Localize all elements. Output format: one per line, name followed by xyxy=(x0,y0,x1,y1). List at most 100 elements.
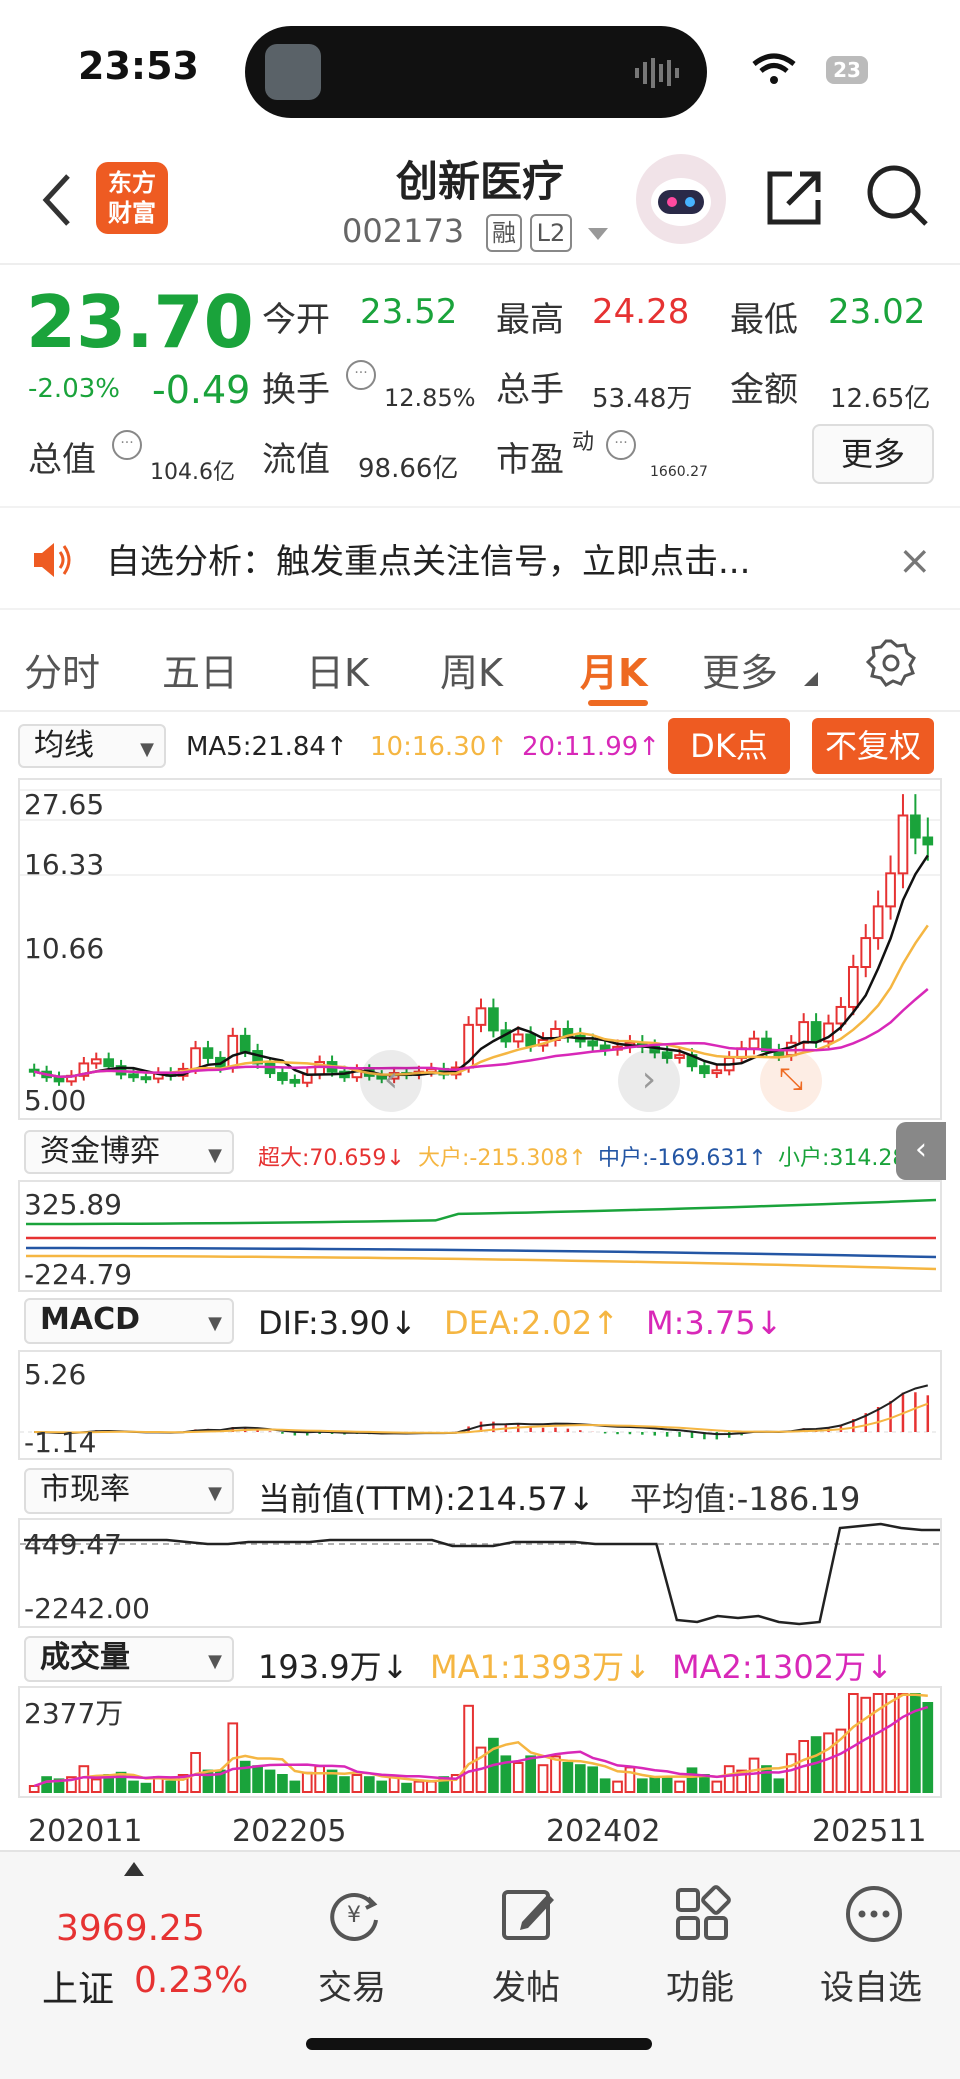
float-cap-value: 98.66亿 xyxy=(358,454,459,484)
now-playing-thumbnail xyxy=(265,44,321,100)
candle xyxy=(897,814,909,875)
nav-add-watchlist[interactable]: 设自选 xyxy=(820,1960,922,2009)
no-adjust-button[interactable]: 不复权 xyxy=(812,718,934,774)
volume-bar xyxy=(277,1774,288,1793)
pcf-average: 平均值:-186.19 xyxy=(630,1480,861,1518)
index-value[interactable]: 3969.25 xyxy=(56,1908,205,1949)
macd-selector-label: MACD xyxy=(40,1302,140,1337)
volume-bar xyxy=(562,1762,574,1793)
volume-bar xyxy=(363,1776,375,1793)
tab-monthly-k[interactable]: 月K xyxy=(580,642,647,697)
dynamic-island xyxy=(245,26,707,118)
tab-more[interactable]: 更多 xyxy=(702,642,778,697)
settings-gear-icon[interactable] xyxy=(866,638,916,688)
wifi-icon xyxy=(752,53,796,84)
pan-right-icon[interactable]: › xyxy=(618,1050,680,1112)
nav-post[interactable]: 发帖 xyxy=(492,1960,560,2009)
macd-selector[interactable]: MACD ▼ xyxy=(24,1298,234,1344)
fund-big: 大户:-215.308↑ xyxy=(418,1146,587,1171)
nav-functions[interactable]: 功能 xyxy=(666,1960,734,2009)
fund-small-line xyxy=(26,1198,937,1226)
candle xyxy=(227,1034,239,1069)
high-label: 最高 xyxy=(496,300,564,340)
back-icon[interactable] xyxy=(38,170,78,230)
expand-icon[interactable]: ⤡ xyxy=(760,1050,822,1112)
logo-line1: 东方 xyxy=(108,169,156,197)
ma20-label: 20:11.99↑ xyxy=(522,732,661,762)
tab-daily-k[interactable]: 日K xyxy=(306,642,369,697)
volume-bar xyxy=(649,1776,661,1793)
candle xyxy=(810,1021,822,1043)
collapse-panel-icon[interactable]: ‹ xyxy=(896,1122,946,1180)
pan-left-icon[interactable]: ‹ xyxy=(360,1050,422,1112)
index-name[interactable]: 上证 xyxy=(42,1960,114,2012)
post-icon[interactable] xyxy=(498,1884,558,1944)
volume-bar xyxy=(90,1778,102,1794)
quote-panel: 23.70 -2.03% -0.49 今开 23.52 最高 24.28 最低 … xyxy=(0,266,960,506)
info-icon[interactable]: ··· xyxy=(112,430,142,460)
fund-selector[interactable]: 资金博弈 ▼ xyxy=(24,1130,234,1174)
volume-bar xyxy=(636,1778,648,1794)
date-label-1: 202011 xyxy=(28,1814,143,1849)
ma-selector[interactable]: 均线 ▼ xyxy=(18,724,166,768)
functions-icon[interactable] xyxy=(672,1884,732,1944)
volume-selector[interactable]: 成交量 ▼ xyxy=(24,1636,234,1682)
index-percent[interactable]: 0.23% xyxy=(134,1960,248,2001)
y-label-3: 10.66 xyxy=(24,932,105,965)
tab-five-day[interactable]: 五日 xyxy=(162,642,238,697)
volume-bar xyxy=(711,1780,723,1793)
pcf-chart[interactable]: 449.47 -2242.00 xyxy=(18,1518,942,1628)
pcf-line xyxy=(24,1522,940,1626)
date-label-2: 202205 xyxy=(232,1814,347,1849)
tab-intraday[interactable]: 分时 xyxy=(24,642,100,697)
info-icon[interactable]: ··· xyxy=(606,430,636,460)
margin-tag: 融 xyxy=(486,214,522,252)
ma5-label: MA5:21.84↑ xyxy=(186,732,348,762)
volume-bar xyxy=(426,1780,437,1793)
dk-point-button[interactable]: DK点 xyxy=(668,718,790,774)
candle xyxy=(748,1037,760,1050)
fund-selector-label: 资金博弈 xyxy=(40,1134,160,1169)
candle xyxy=(239,1034,251,1053)
trade-icon[interactable]: ¥ xyxy=(324,1884,384,1944)
candle xyxy=(90,1058,102,1065)
volume-bar xyxy=(413,1780,425,1793)
macd-chart[interactable]: 5.26 -1.14 xyxy=(18,1350,942,1460)
y-label-top: 27.65 xyxy=(24,788,105,821)
volume-bar xyxy=(612,1780,623,1793)
status-bar: 23:53 23 xyxy=(0,0,960,130)
close-icon[interactable]: × xyxy=(898,538,932,584)
fund-chart[interactable]: 325.89 -224.79 xyxy=(18,1180,942,1292)
share-icon[interactable] xyxy=(762,164,828,230)
market-cap-label: 总值 xyxy=(28,440,96,480)
dropdown-arrow-icon: ▼ xyxy=(208,1651,222,1672)
volume-bar xyxy=(723,1765,735,1793)
dropdown-triangle-icon[interactable] xyxy=(588,228,608,242)
analysis-notice[interactable]: 自选分析：触发重点关注信号，立即点击... × xyxy=(0,506,960,610)
fund-y-bottom: -224.79 xyxy=(24,1258,133,1291)
open-label: 今开 xyxy=(262,300,330,340)
volume-bar xyxy=(897,1693,909,1793)
candle xyxy=(512,1033,524,1043)
volume-bar xyxy=(661,1776,673,1793)
candle xyxy=(289,1078,301,1084)
info-icon[interactable]: ··· xyxy=(346,360,376,390)
more-dots-icon[interactable] xyxy=(844,1884,904,1944)
candle xyxy=(587,1040,599,1047)
tab-weekly-k[interactable]: 周K xyxy=(440,642,503,697)
kline-chart[interactable]: 27.65 16.33 10.66 5.00 ‹ › ⤡ xyxy=(18,778,942,1120)
candle xyxy=(699,1065,710,1075)
nav-trade[interactable]: 交易 xyxy=(318,1960,386,2009)
stock-header: 东方 财富 创新医疗 002173 融 L2 xyxy=(0,130,960,265)
more-quote-button[interactable]: 更多 xyxy=(812,424,934,484)
volume-bar xyxy=(401,1782,412,1794)
volume-bar xyxy=(674,1780,685,1793)
pe-sup: 动 xyxy=(572,430,595,455)
ai-assistant-icon[interactable] xyxy=(636,154,726,244)
fund-svg xyxy=(26,1198,937,1271)
notice-text[interactable]: 自选分析：触发重点关注信号，立即点击... xyxy=(106,534,750,583)
search-icon[interactable] xyxy=(864,162,930,228)
pcf-selector[interactable]: 市现率 ▼ xyxy=(24,1468,234,1514)
market-cap-value: 104.6亿 xyxy=(150,460,235,485)
volume-chart[interactable]: 2377万 xyxy=(18,1686,942,1798)
